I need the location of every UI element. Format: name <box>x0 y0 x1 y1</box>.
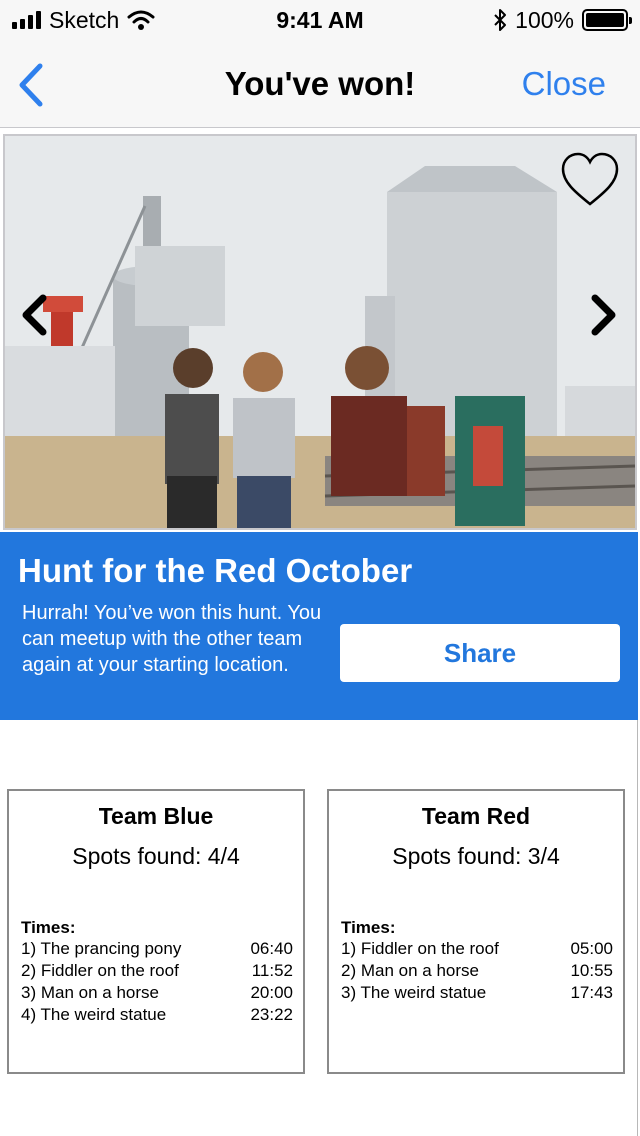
hero-photo <box>5 136 635 528</box>
times-label: Times: <box>21 918 76 937</box>
hunt-banner: Hunt for the Red October Hurrah! You’ve … <box>0 532 638 720</box>
times-list: 1) Fiddler on the roof 05:00 2) Man on a … <box>341 938 613 1004</box>
status-right: 100% <box>493 6 632 34</box>
time-row: 2) Man on a horse 10:55 <box>341 960 613 982</box>
time-row: 2) Fiddler on the roof 11:52 <box>21 960 293 982</box>
spot-time: 05:00 <box>570 939 613 958</box>
spot-time: 20:00 <box>250 983 293 1002</box>
spots-found: Spots found: 3/4 <box>392 843 560 869</box>
divider <box>637 720 638 1136</box>
nav-bar: You've won! Close <box>0 40 640 128</box>
close-button[interactable]: Close <box>522 64 606 104</box>
spot-time: 17:43 <box>570 983 613 1002</box>
bluetooth-icon <box>494 9 507 31</box>
arrow-right-icon[interactable] <box>589 294 619 336</box>
wifi-icon <box>127 10 155 30</box>
time-row: 3) Man on a horse 20:00 <box>21 982 293 1004</box>
spot-time: 11:52 <box>251 961 293 980</box>
share-button[interactable]: Share <box>340 624 620 682</box>
hero-image <box>3 134 637 530</box>
spot-name: 3) The weird statue <box>341 983 487 1002</box>
team-card-blue: Team Blue Spots found: 4/4 Times: 1) The… <box>7 789 305 1074</box>
team-name: Team Blue <box>98 803 214 829</box>
team-name: Team Red <box>421 803 531 829</box>
battery-percent: 100% <box>515 6 574 33</box>
signal-icon <box>12 11 41 29</box>
spot-time: 23:22 <box>250 1005 293 1024</box>
heart-icon[interactable] <box>559 150 621 212</box>
spot-name: 2) Fiddler on the roof <box>21 961 179 980</box>
spot-time: 06:40 <box>250 939 293 958</box>
spot-name: 3) Man on a horse <box>21 983 159 1002</box>
status-bar: Sketch 9:41 AM 100% <box>0 0 640 40</box>
spot-name: 1) Fiddler on the roof <box>341 939 499 958</box>
back-button[interactable] <box>14 62 48 108</box>
battery-icon <box>582 9 632 31</box>
spots-found: Spots found: 4/4 <box>72 843 240 869</box>
spot-name: 2) Man on a horse <box>341 961 479 980</box>
status-left: Sketch <box>12 6 155 34</box>
hunt-title: Hunt for the Red October <box>18 552 413 589</box>
win-message: Hurrah! You’ve won this hunt. You can me… <box>22 602 322 676</box>
arrow-left-icon[interactable] <box>19 294 49 336</box>
time-row: 1) Fiddler on the roof 05:00 <box>341 938 613 960</box>
chevron-left-icon <box>19 63 43 107</box>
spot-name: 1) The prancing pony <box>21 939 182 958</box>
times-list: 1) The prancing pony 06:40 2) Fiddler on … <box>21 938 293 1026</box>
times-label: Times: <box>341 918 396 937</box>
time-row: 3) The weird statue 17:43 <box>341 982 613 1004</box>
time-row: 4) The weird statue 23:22 <box>21 1004 293 1026</box>
team-card-red: Team Red Spots found: 3/4 Times: 1) Fidd… <box>327 789 625 1074</box>
spot-time: 10:55 <box>570 961 613 980</box>
carrier-name: Sketch <box>49 6 120 33</box>
spot-name: 4) The weird statue <box>21 1005 167 1024</box>
time-row: 1) The prancing pony 06:40 <box>21 938 293 960</box>
